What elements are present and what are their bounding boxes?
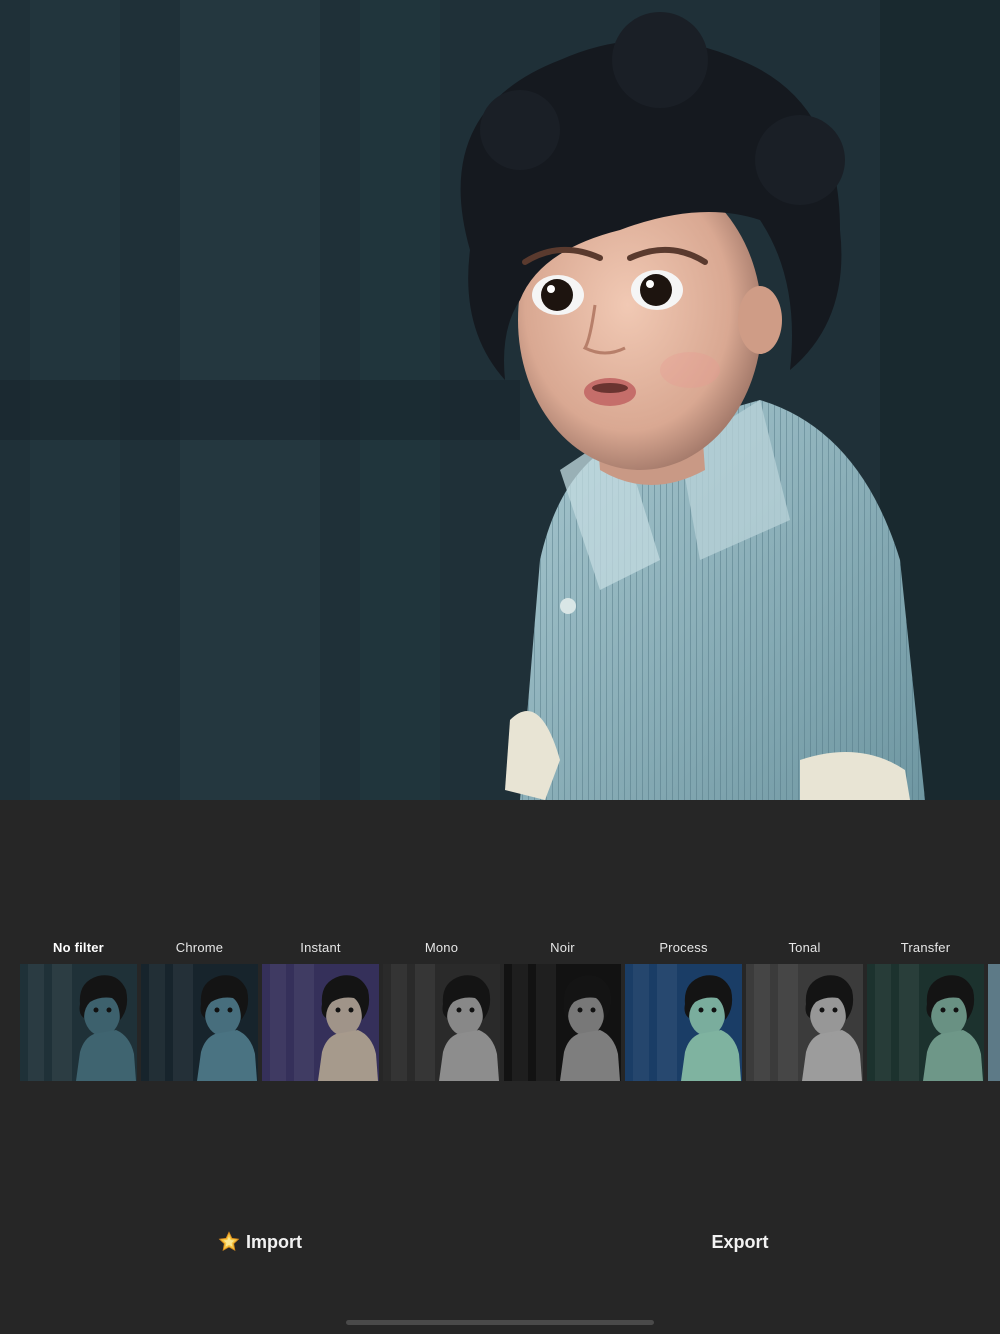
filter-item-tonal[interactable]: Tonal	[746, 936, 863, 1082]
filter-thumbnail[interactable]	[262, 964, 379, 1081]
filter-label: Process	[659, 940, 708, 955]
filter-label: Instant	[300, 940, 341, 955]
filter-label: Noir	[550, 940, 575, 955]
filter-label: No filter	[53, 940, 104, 955]
filter-label: Chrome	[175, 940, 224, 955]
star-icon	[218, 1231, 240, 1251]
filter-thumbnail[interactable]	[20, 964, 137, 1081]
filter-thumbnail[interactable]	[746, 964, 863, 1081]
filter-thumbnail[interactable]	[988, 964, 1000, 1081]
photo-preview-image	[0, 0, 1000, 800]
filter-item-no-filter[interactable]: No filter	[20, 936, 137, 1082]
filter-thumbnail[interactable]	[383, 964, 500, 1081]
filter-item-transfer[interactable]: Transfer	[867, 936, 984, 1082]
filter-thumbnail[interactable]	[867, 964, 984, 1081]
filter-item-next[interactable]	[988, 936, 1000, 1082]
filter-item-process[interactable]: Process	[625, 936, 742, 1082]
filter-item-mono[interactable]: Mono	[383, 936, 500, 1082]
filter-thumbnail[interactable]	[141, 964, 258, 1081]
import-button[interactable]: Import	[180, 1226, 340, 1258]
filter-thumbnail[interactable]	[625, 964, 742, 1081]
filter-item-instant[interactable]: Instant	[262, 936, 379, 1082]
export-button[interactable]: Export	[660, 1226, 820, 1258]
filter-strip[interactable]: No filter Chrome Instant Mono Noir Process Ton…	[20, 936, 1000, 1086]
filter-thumbnail[interactable]	[504, 964, 621, 1081]
export-label: Export	[711, 1231, 769, 1252]
filter-item-noir[interactable]: Noir	[504, 936, 621, 1082]
filter-label: Mono	[424, 940, 459, 955]
import-label: Import	[246, 1231, 302, 1252]
filter-label: Tonal	[788, 940, 821, 955]
filter-item-chrome[interactable]: Chrome	[141, 936, 258, 1082]
home-indicator	[346, 1320, 654, 1325]
filter-label: Transfer	[900, 940, 951, 955]
photo-preview	[0, 0, 1000, 800]
